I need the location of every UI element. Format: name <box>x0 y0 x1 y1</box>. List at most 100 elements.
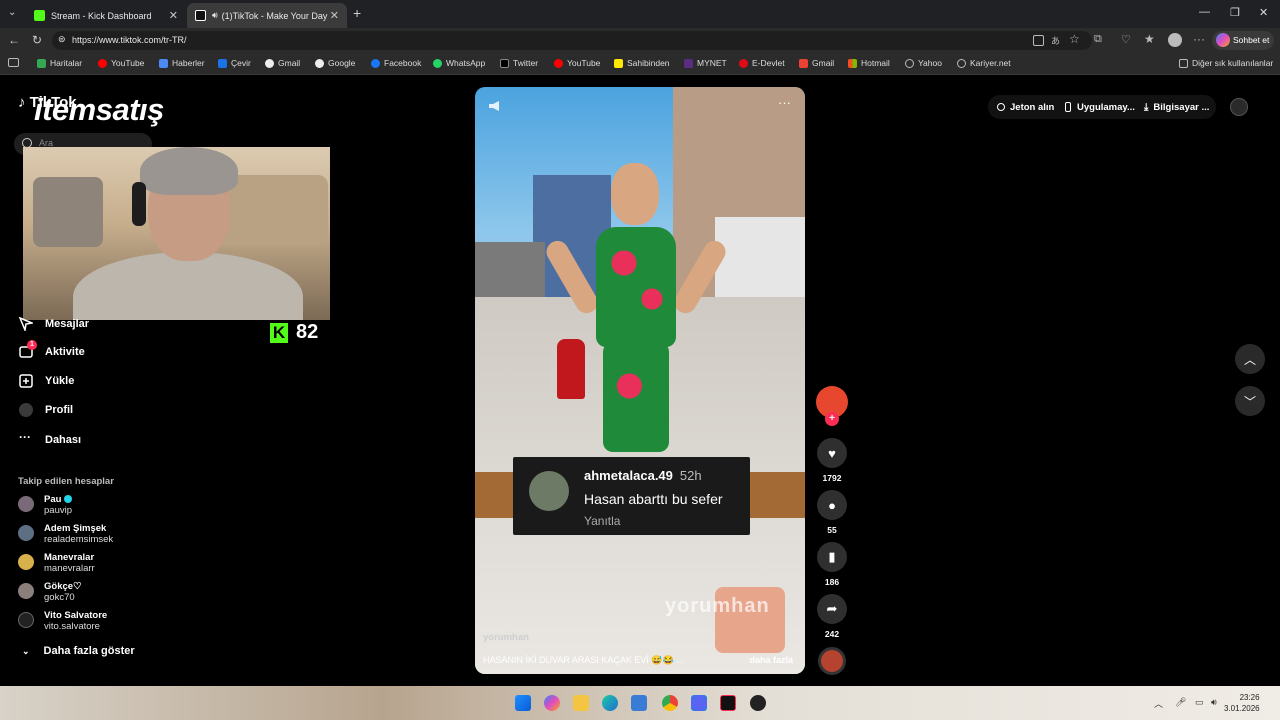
store-icon[interactable] <box>631 695 647 711</box>
chrome-icon[interactable] <box>662 695 678 711</box>
nav-messages[interactable]: Mesajlar <box>18 316 89 333</box>
bookmark-sahibinden[interactable]: Sahibinden <box>614 58 670 68</box>
video-player[interactable]: yorumhan ··· yorumhan HASANIN İKİ DUVAR … <box>475 87 805 674</box>
bookmark-whatsapp[interactable]: WhatsApp <box>433 58 485 68</box>
get-app-button[interactable]: Uygulamay... <box>1065 95 1135 119</box>
bookmark-label: Gmail <box>278 58 301 68</box>
bookmark-youtube[interactable]: YouTube <box>98 58 144 68</box>
show-more-accounts[interactable]: ⌄ Daha fazla göster <box>22 645 135 657</box>
previous-video-button[interactable]: ︿ <box>1235 344 1265 374</box>
close-tab-icon[interactable]: ✕ <box>330 9 339 22</box>
facebook-icon <box>371 58 380 68</box>
youtube-icon <box>98 58 107 68</box>
bookmark-haritalar[interactable]: Haritalar <box>37 58 82 68</box>
tray-chevron-icon[interactable]: ︿ <box>1154 697 1163 710</box>
menu-more-icon[interactable]: ··· <box>1193 32 1205 46</box>
following-account[interactable]: Manevralar manevralarr <box>18 552 95 575</box>
tab-list-chevron-icon[interactable]: ⌄ <box>8 7 16 18</box>
volume-icon[interactable] <box>489 101 499 111</box>
nav-activity[interactable]: 1 Aktivite <box>19 340 85 359</box>
music-disc-icon[interactable] <box>818 647 846 675</box>
windows-taskbar: ︿ 🎤︎ ▭ 🔊︎ 23:26 3.01.2026 <box>0 686 1280 720</box>
minimize-icon[interactable]: — <box>1199 6 1210 18</box>
bookmark-label: Yahoo <box>918 58 942 68</box>
obs-icon[interactable] <box>750 695 766 711</box>
reply-link[interactable]: Yanıtla <box>584 514 620 528</box>
bookmark-kariyer[interactable]: Kariyer.net <box>957 58 1011 68</box>
video-author[interactable]: yorumhan <box>483 632 529 643</box>
bookmark-haberler[interactable]: Haberler <box>159 58 205 68</box>
nav-upload[interactable]: Yükle <box>19 374 74 388</box>
bookmark-mynet[interactable]: MYNET <box>684 58 727 68</box>
translate-icon[interactable]: あ <box>1051 34 1060 47</box>
bookmark-edevlet[interactable]: E-Devlet <box>739 58 785 68</box>
bookmark-youtube-2[interactable]: YouTube <box>554 58 600 68</box>
tiktok-app-icon[interactable] <box>720 695 736 711</box>
bookmark-hotmail[interactable]: Hotmail <box>848 58 890 68</box>
favorites-icon[interactable]: ★ <box>1144 32 1155 46</box>
caption-more-link[interactable]: daha fazla <box>749 655 793 665</box>
following-account[interactable]: Adem Şimşek realademsimsek <box>18 523 113 546</box>
bookmark-google[interactable]: Google <box>315 58 355 68</box>
nav-label: Yükle <box>45 375 75 387</box>
comment-action[interactable]: ● 55 <box>817 490 847 535</box>
copilot-icon[interactable] <box>544 695 560 711</box>
file-explorer-icon[interactable] <box>573 695 589 711</box>
sidebar-toggle-icon[interactable] <box>8 58 19 67</box>
windows-start-icon[interactable] <box>515 695 531 711</box>
browser-essentials-icon[interactable]: ♡ <box>1121 33 1131 46</box>
like-action[interactable]: ♥ 1792 <box>817 438 847 483</box>
more-options-icon[interactable]: ··· <box>778 95 791 110</box>
bookmark-facebook[interactable]: Facebook <box>371 58 421 68</box>
bookmark-label: YouTube <box>567 58 601 68</box>
other-bookmarks-folder[interactable]: Diğer sık kullanılanlar <box>1179 58 1273 68</box>
speaker-icon[interactable]: 🔊︎ <box>212 10 218 21</box>
user-avatar[interactable] <box>1230 98 1248 116</box>
get-coins-button[interactable]: Jeton alın <box>997 95 1054 119</box>
restore-icon[interactable]: ❐ <box>1230 6 1240 19</box>
bookmark-gmail-2[interactable]: Gmail <box>799 58 834 68</box>
display-icon[interactable]: ▭ <box>1195 697 1204 708</box>
volume-tray-icon[interactable]: 🔊︎ <box>1211 697 1217 708</box>
bookmark-twitter[interactable]: Twitter <box>500 58 538 68</box>
nav-more[interactable]: ··· Dahası <box>19 431 81 447</box>
refresh-icon[interactable]: ↻ <box>32 33 42 47</box>
video-character-torso <box>596 227 676 347</box>
profile-avatar-icon[interactable] <box>1168 33 1182 47</box>
chevron-down-icon: ﹀ <box>1243 394 1256 409</box>
youtube-icon <box>554 58 563 68</box>
nav-profile[interactable]: Profil <box>19 403 73 417</box>
edge-icon[interactable] <box>602 695 618 711</box>
share-action[interactable]: ➦ 242 <box>817 594 847 639</box>
translate-icon <box>218 58 227 68</box>
close-tab-icon[interactable]: ✕ <box>169 9 178 22</box>
taskbar-clock[interactable]: 23:26 3.01.2026 <box>1224 692 1260 714</box>
following-account[interactable]: Vito Salvatore vito.salvatore <box>18 610 107 633</box>
favorite-star-icon[interactable]: ☆ <box>1069 32 1080 46</box>
microphone-icon[interactable]: 🎤︎ <box>1175 697 1186 708</box>
tab-kick-dashboard[interactable]: Stream - Kick Dashboard ✕ <box>26 3 186 28</box>
get-desktop-app-button[interactable]: ⤓ Bilgisayar ... <box>1144 95 1209 119</box>
following-account[interactable]: Gökçe♡ gokc70 <box>18 581 82 604</box>
bookmark-yahoo[interactable]: Yahoo <box>905 58 942 68</box>
close-window-icon[interactable]: ✕ <box>1259 6 1268 19</box>
button-label: Bilgisayar ... <box>1153 101 1210 113</box>
site-info-icon[interactable]: ⊜ <box>58 34 66 45</box>
bookmark-cevir[interactable]: Çevir <box>218 58 251 68</box>
bookmark-gmail[interactable]: Gmail <box>265 58 300 68</box>
tab-tiktok[interactable]: 🔊︎ (1)TikTok - Make Your Day ✕ <box>187 3 347 28</box>
back-icon[interactable]: ← <box>8 33 20 47</box>
extensions-icon[interactable]: ⧉ <box>1094 33 1102 46</box>
app-available-icon[interactable] <box>1033 35 1044 46</box>
url-field[interactable]: ⊜ https://www.tiktok.com/tr-TR/ <box>52 31 1092 50</box>
following-account[interactable]: Pau pauvip <box>18 494 73 517</box>
commenter-avatar <box>529 471 569 511</box>
tiktok-page: ♪ TikTok itemsatış Ara K 82 Mesajlar 1 A… <box>0 76 1280 686</box>
save-action[interactable]: ▮ 186 <box>817 542 847 587</box>
copilot-button[interactable]: Sohbet et <box>1212 31 1274 50</box>
follow-plus-icon[interactable]: + <box>825 412 839 426</box>
discord-icon[interactable] <box>691 695 707 711</box>
next-video-button[interactable]: ﹀ <box>1235 386 1265 416</box>
bookmark-label: Hotmail <box>861 58 890 68</box>
new-tab-icon[interactable]: + <box>353 5 361 21</box>
